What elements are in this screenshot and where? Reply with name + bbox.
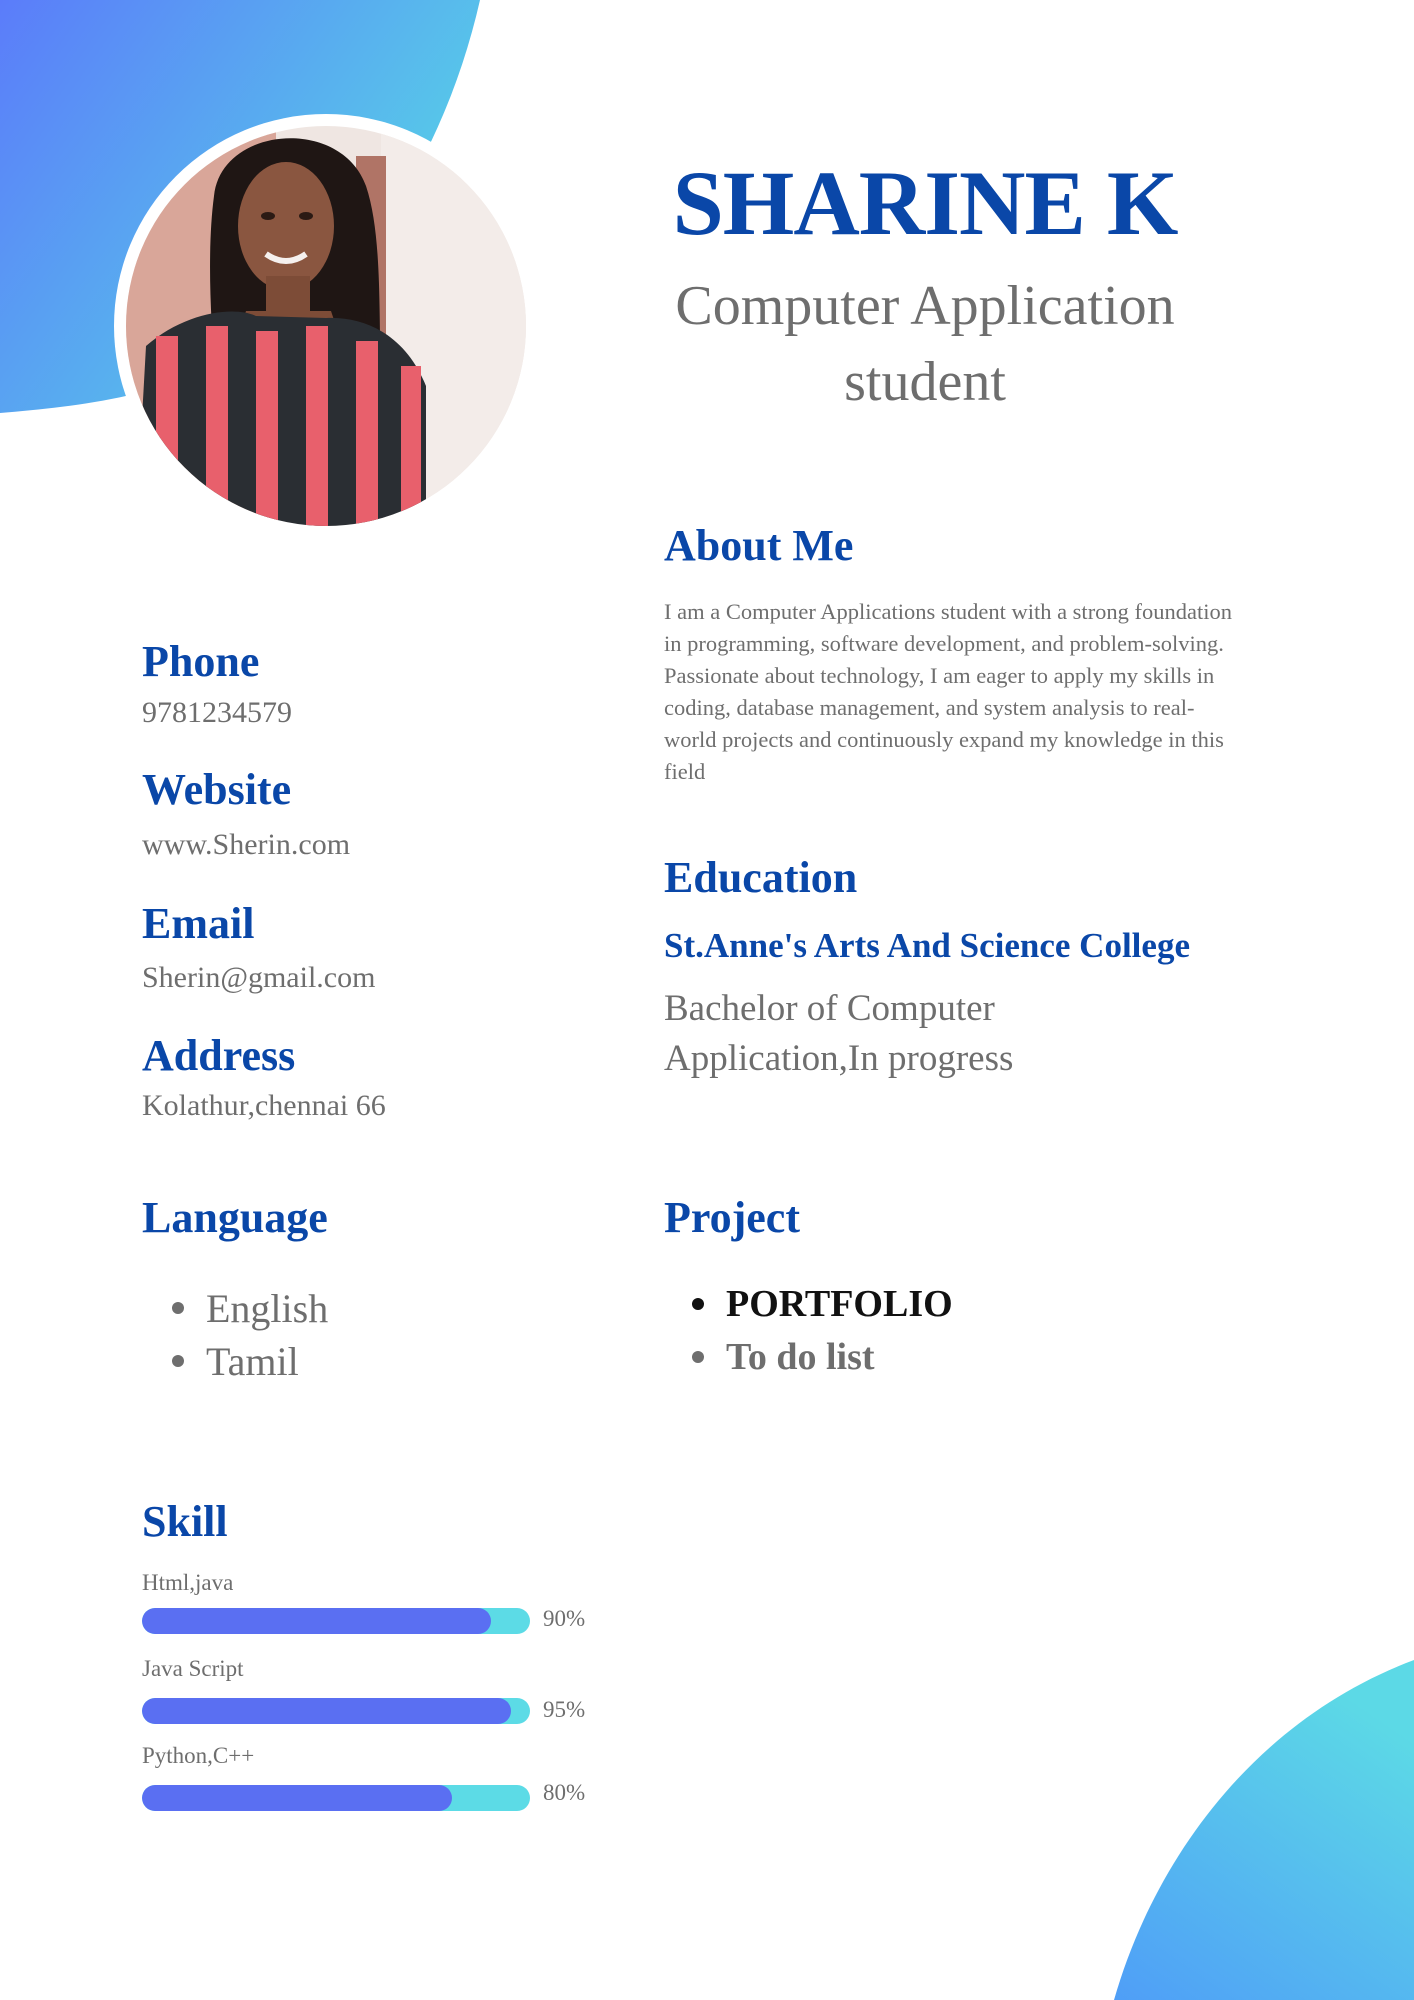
about-heading: About Me <box>664 521 854 570</box>
bottom-right-gradient-shape <box>1114 1660 1414 2000</box>
profile-photo <box>126 126 526 526</box>
degree-line-2: Application,In progress <box>664 1038 1014 1079</box>
college-name: St.Anne's Arts And Science College <box>664 926 1190 965</box>
bullet-dot-icon <box>692 1298 704 1310</box>
skill-bar-track <box>142 1608 530 1634</box>
skill-bar-fill <box>142 1785 453 1811</box>
email-value: Sherin@gmail.com <box>142 961 376 994</box>
skill-label: Html,java <box>142 1570 234 1595</box>
bullet-dot-icon <box>692 1351 704 1363</box>
skill-percent: 80% <box>543 1780 586 1805</box>
phone-heading: Phone <box>142 637 260 686</box>
role-title-line-2: student <box>844 351 1006 413</box>
profile-photo-frame <box>114 114 538 538</box>
role-title: Computer Application student <box>560 268 1290 420</box>
bullet-dot-icon <box>172 1302 184 1314</box>
language-item-label: English <box>206 1286 329 1331</box>
email-heading: Email <box>142 899 255 948</box>
skill-percent: 95% <box>543 1697 586 1722</box>
list-item: English <box>172 1282 328 1335</box>
project-item-label: To do list <box>726 1336 875 1378</box>
about-text: I am a Computer Applications student wit… <box>664 599 1233 784</box>
list-item: To do list <box>692 1331 953 1384</box>
address-value: Kolathur,chennai 66 <box>142 1089 386 1122</box>
project-item-label: PORTFOLIO <box>726 1283 953 1325</box>
address-heading: Address <box>142 1031 296 1080</box>
skill-label: Python,C++ <box>142 1743 255 1768</box>
skill-label: Java Script <box>142 1656 244 1681</box>
bullet-dot-icon <box>172 1355 184 1367</box>
skill-bar-fill <box>142 1608 492 1634</box>
skill-bar-fill <box>142 1698 511 1724</box>
skill-heading: Skill <box>142 1497 228 1546</box>
role-title-line-1: Computer Application <box>675 275 1175 337</box>
website-heading: Website <box>142 765 292 814</box>
skill-percent: 90% <box>543 1606 586 1631</box>
degree-line-1: Bachelor of Computer <box>664 988 995 1029</box>
language-item-label: Tamil <box>206 1339 299 1384</box>
language-list: English Tamil <box>172 1282 328 1388</box>
degree-text: Bachelor of Computer Application,In prog… <box>664 984 1184 1084</box>
website-value: www.Sherin.com <box>142 828 351 861</box>
project-list: PORTFOLIO To do list <box>692 1278 953 1384</box>
phone-value: 9781234579 <box>142 696 292 729</box>
list-item: PORTFOLIO <box>692 1278 953 1331</box>
person-name: SHARINE K <box>672 152 1179 254</box>
education-heading: Education <box>664 853 858 902</box>
project-heading: Project <box>664 1193 800 1242</box>
skill-bar-track <box>142 1785 530 1811</box>
language-heading: Language <box>142 1193 328 1242</box>
skill-bar-track <box>142 1698 530 1724</box>
list-item: Tamil <box>172 1335 328 1388</box>
